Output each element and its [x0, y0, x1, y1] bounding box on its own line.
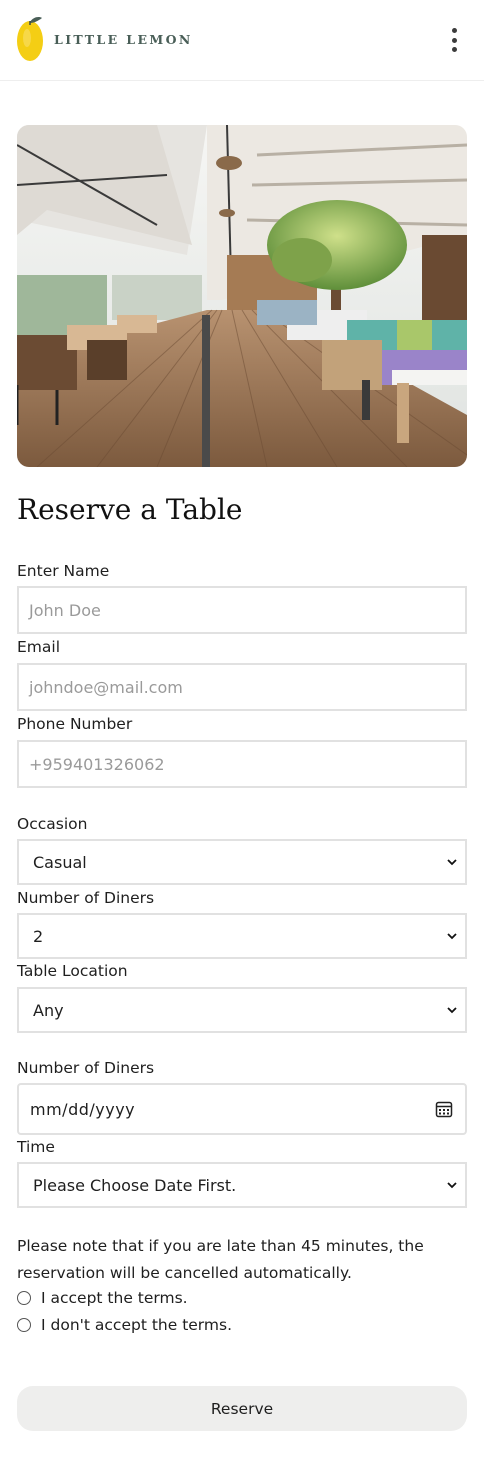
- diners-label: Number of Diners: [17, 889, 155, 907]
- page-title: Reserve a Table: [17, 493, 243, 526]
- accept-terms-label: I accept the terms.: [41, 1289, 188, 1307]
- phone-label: Phone Number: [17, 715, 133, 733]
- location-select[interactable]: Any: [17, 987, 467, 1033]
- kebab-menu-icon[interactable]: [444, 26, 464, 54]
- location-label: Table Location: [17, 962, 128, 980]
- accept-terms-radio[interactable]: [17, 1291, 31, 1305]
- date-label: Number of Diners: [17, 1059, 155, 1077]
- decline-terms-label: I don't accept the terms.: [41, 1316, 233, 1334]
- time-value: Please Choose Date First.: [33, 1175, 237, 1195]
- chevron-down-icon: [447, 933, 457, 940]
- brand-name: LITTLE LEMON: [54, 31, 193, 47]
- reserve-button[interactable]: Reserve: [17, 1386, 467, 1431]
- date-value: mm/dd/yyyy: [30, 1099, 136, 1119]
- name-label: Enter Name: [17, 562, 110, 580]
- lemon-icon: [17, 17, 43, 61]
- restaurant-terrace-image: [17, 125, 467, 467]
- chevron-down-icon: [447, 1182, 457, 1189]
- email-label: Email: [17, 638, 61, 656]
- late-policy-note: Please note that if you are late than 45…: [17, 1237, 424, 1282]
- diners-select[interactable]: 2: [17, 913, 467, 959]
- chevron-down-icon: [447, 859, 457, 866]
- accept-terms-option[interactable]: I accept the terms.: [17, 1289, 188, 1307]
- calendar-icon[interactable]: [435, 1100, 453, 1118]
- diners-value: 2: [33, 926, 44, 946]
- chevron-down-icon: [447, 1007, 457, 1014]
- time-select[interactable]: Please Choose Date First.: [17, 1162, 467, 1208]
- date-input[interactable]: mm/dd/yyyy: [17, 1083, 467, 1135]
- occasion-value: Casual: [33, 852, 87, 872]
- phone-input[interactable]: +959401326062: [17, 740, 467, 788]
- decline-terms-radio[interactable]: [17, 1318, 31, 1332]
- email-input[interactable]: johndoe@mail.com: [17, 663, 467, 711]
- decline-terms-option[interactable]: I don't accept the terms.: [17, 1316, 232, 1334]
- location-value: Any: [33, 1000, 64, 1020]
- top-header: LITTLE LEMON: [0, 0, 484, 81]
- occasion-select[interactable]: Casual: [17, 839, 467, 885]
- logo[interactable]: LITTLE LEMON: [16, 16, 193, 62]
- name-input[interactable]: John Doe: [17, 586, 467, 634]
- occasion-label: Occasion: [17, 815, 88, 833]
- time-label: Time: [17, 1138, 55, 1156]
